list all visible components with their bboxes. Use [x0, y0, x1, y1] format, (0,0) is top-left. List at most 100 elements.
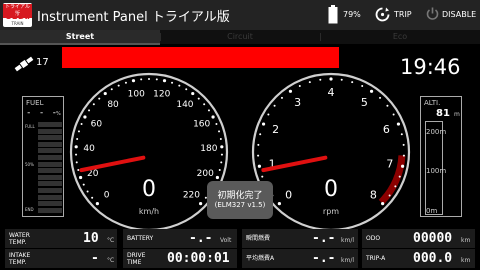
dial-tick	[386, 104, 389, 107]
dial-tick	[95, 202, 99, 206]
dial-tick	[103, 91, 107, 96]
dial-tick	[79, 175, 83, 180]
dial-tick	[77, 130, 80, 133]
dial-tick	[215, 123, 218, 126]
dial-label: 40	[83, 144, 95, 154]
instant-fuel-value: -.-	[312, 231, 336, 246]
altimeter-value: 81	[436, 108, 450, 119]
dial-tick	[340, 78, 343, 81]
dial-tick	[267, 113, 270, 116]
dial-tick	[92, 103, 95, 106]
toast-detail: (ELM327 v1.5)	[214, 201, 266, 209]
battery-percent: 79%	[343, 10, 361, 19]
dial-tick	[77, 169, 80, 172]
tab-circuit[interactable]: Circuit	[160, 30, 320, 44]
dial-tick	[288, 89, 293, 93]
dial-tick	[98, 97, 101, 100]
dial-tick	[148, 78, 150, 80]
dial-label: 200	[197, 169, 214, 179]
dial-tick	[218, 130, 221, 133]
fuel-segment	[38, 122, 62, 127]
speed-value: 0	[142, 177, 156, 202]
dial-tick	[257, 154, 260, 157]
dial-tick	[381, 202, 385, 206]
drive-time-readout[interactable]: DRIVE TIME 00:00:01	[123, 249, 237, 268]
dial-tick	[88, 109, 91, 112]
odometer-label: ODO	[366, 235, 381, 242]
trip-a-value: 000.0	[413, 251, 453, 266]
tab-bar: Street Circuit Eco	[0, 30, 480, 44]
battery-value: -.-	[189, 231, 213, 246]
dial-tick	[394, 185, 397, 188]
dial-tick	[178, 84, 181, 87]
intake-temp-label: INTAKE TEMP.	[9, 252, 31, 266]
status-toast: 初期化完了 (ELM327 v1.5)	[207, 181, 273, 219]
water-temp-readout[interactable]: WATER TEMP. 10 °C	[5, 229, 117, 248]
instant-fuel-readout[interactable]: 瞬間燃費 -.- km/l	[242, 229, 358, 248]
tab-street[interactable]: Street	[0, 30, 160, 44]
dial-label: 6	[383, 123, 390, 136]
dial-tick	[162, 79, 167, 83]
dial-tick	[261, 175, 264, 178]
dial-tick	[207, 109, 210, 112]
dial-tick	[86, 190, 89, 193]
battery-unit: Volt	[220, 237, 232, 244]
fuel-segment	[38, 174, 62, 180]
dial-tick	[91, 196, 94, 199]
altimeter: ALTI. 81 m 200m 100m 0m	[420, 96, 462, 217]
satellite-icon	[14, 56, 34, 72]
battery-readout[interactable]: BATTERY -.- Volt	[123, 229, 237, 248]
avg-fuel-readout[interactable]: 平均燃費A -.- km/l	[242, 249, 358, 268]
odometer-readout[interactable]: ODO 00000 km	[362, 229, 475, 248]
dial-tick	[369, 89, 374, 93]
dial-tick	[273, 104, 276, 107]
dial-tick	[155, 78, 158, 81]
altimeter-unit: m	[454, 111, 460, 118]
top-bar: トライアル版 OBDⅡ TRAIN Instrument Panel トライアル…	[0, 0, 480, 30]
dial-tick	[80, 123, 83, 126]
dial-tick	[211, 115, 215, 119]
tab-eco[interactable]: Eco	[320, 30, 480, 44]
power-icon[interactable]	[426, 7, 439, 21]
dial-tick	[402, 154, 405, 157]
alert-bar	[62, 47, 339, 68]
trip-a-label: TRIP-A	[366, 255, 386, 262]
fuel-segment	[38, 128, 62, 134]
altimeter-title: ALTI.	[424, 99, 441, 107]
logo-main: OBDⅡ	[5, 12, 30, 21]
avg-fuel-label: 平均燃費A	[246, 255, 275, 262]
dial-tick	[329, 77, 333, 81]
dial-tick	[280, 96, 283, 99]
disable-button[interactable]: DISABLE	[442, 10, 476, 19]
fuel-title: FUEL	[26, 99, 44, 107]
trip-a-readout[interactable]: TRIP-A 000.0 km	[362, 249, 475, 268]
altimeter-scale-mid: 100m	[426, 167, 447, 175]
dial-tick	[361, 85, 364, 88]
dial-tick	[185, 88, 188, 91]
trip-button[interactable]: TRIP	[394, 10, 412, 19]
intake-temp-unit: °C	[107, 257, 115, 264]
dial-tick	[257, 164, 261, 168]
dial-tick	[197, 97, 200, 100]
dial-tick	[257, 143, 260, 146]
intake-temp-readout[interactable]: INTAKE TEMP. - °C	[5, 249, 117, 268]
dial-tick	[259, 133, 262, 136]
fuel-full-label: FULL	[25, 124, 35, 129]
intake-temp-value: -	[91, 251, 99, 266]
dial-tick	[191, 91, 195, 96]
trip-reset-icon[interactable]	[375, 7, 390, 22]
water-temp-value: 10	[83, 231, 99, 246]
fuel-segment	[38, 207, 62, 213]
dial-tick	[83, 115, 87, 119]
dial-label: 4	[328, 86, 335, 99]
dial-tick	[351, 81, 354, 84]
dial-tick	[398, 175, 401, 178]
fuel-segment	[38, 188, 62, 193]
tab-divider	[320, 33, 321, 41]
fuel-segment	[38, 135, 62, 141]
water-temp-label: WATER TEMP.	[9, 232, 30, 246]
dial-tick	[74, 145, 78, 149]
dial-tick	[308, 81, 311, 84]
dial-tick	[220, 161, 223, 164]
altimeter-scale-bottom: 0m	[426, 207, 438, 215]
